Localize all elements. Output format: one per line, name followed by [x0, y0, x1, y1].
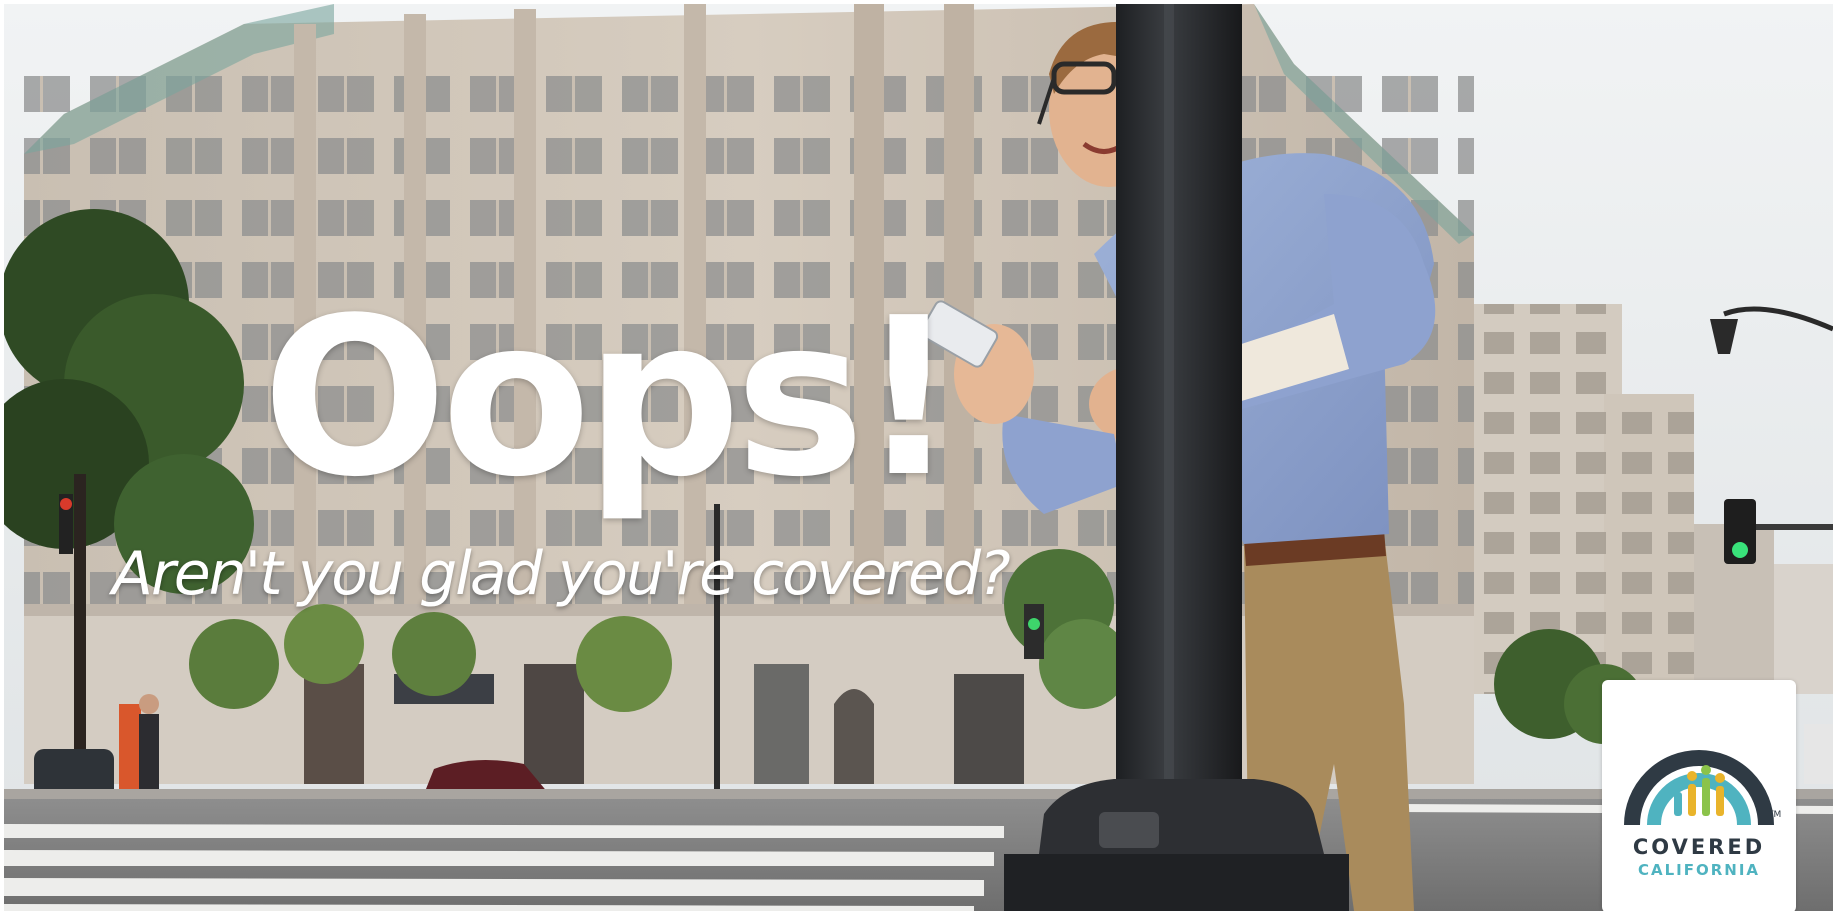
trademark-mark: TM	[1768, 810, 1782, 820]
logo-text-california: CALIFORNIA	[1637, 861, 1761, 879]
covered-california-logo: TM COVERED CALIFORNIA	[1602, 680, 1796, 911]
logo-text-covered: COVERED	[1632, 835, 1766, 859]
advertisement-banner: Oops! Aren't you glad you're covered? TM…	[4, 4, 1833, 911]
tagline: Aren't you glad you're covered?	[112, 539, 1011, 609]
headline-oops: Oops!	[262, 272, 958, 525]
logo-arch-icon	[1624, 750, 1774, 826]
